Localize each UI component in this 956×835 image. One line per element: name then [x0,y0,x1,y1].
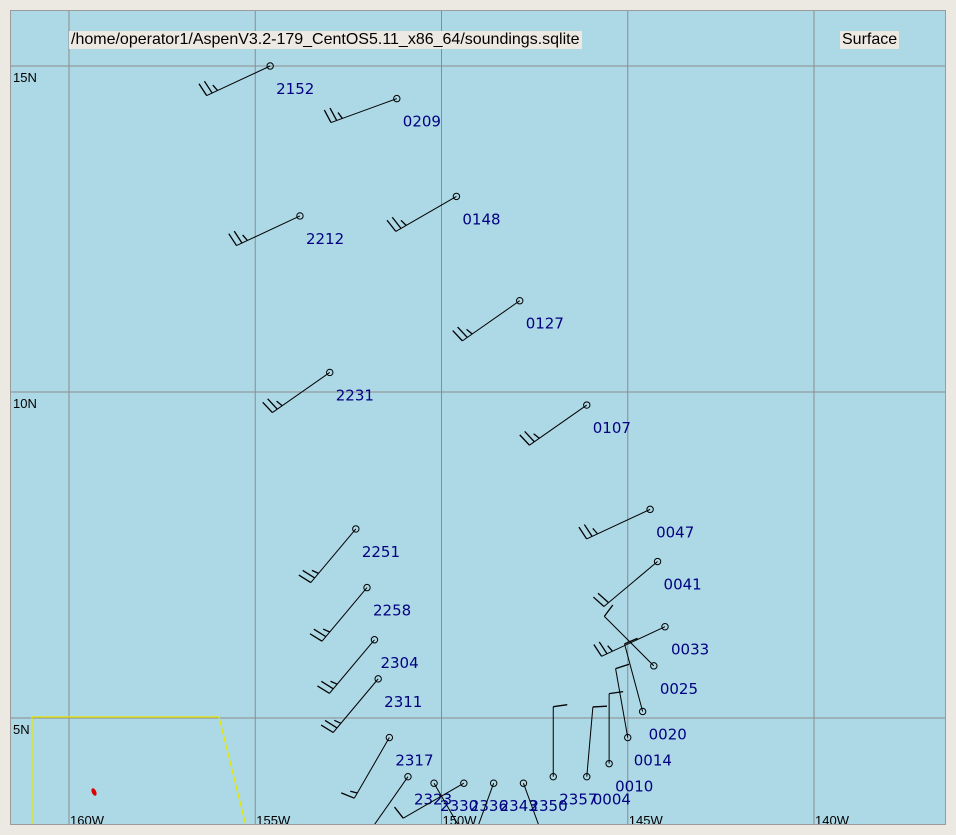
station-label: 2304 [380,654,418,672]
station-label: 2231 [336,386,374,404]
station-label: 0041 [664,576,702,594]
longitude-label: 140W [815,813,850,825]
latitude-label: 5N [13,722,30,737]
station-label: 2251 [362,543,400,561]
latitude-label: 10N [13,396,37,411]
station-label: 0127 [526,315,564,333]
station-label: 0020 [649,725,687,743]
level-label: Surface [840,31,900,49]
station-label: 2311 [384,693,422,711]
longitude-label: 160W [70,813,105,825]
station-label: 0148 [462,210,500,228]
map-frame: 160W 155W 150W 145W 140W 15N 10N 5N 2152 0209 014… [10,10,946,825]
station-label: 0047 [656,523,694,541]
latitude-label: 15N [13,70,37,85]
longitude-label: 155W [256,813,291,825]
station-label: 0014 [634,752,672,770]
wind-barb-feather [592,705,608,708]
sounding-map[interactable]: 160W 155W 150W 145W 140W15N10N5N 21520209014… [11,11,946,825]
station-label: 2317 [395,752,433,770]
station-label: 2212 [306,230,344,248]
station-label: 0025 [660,680,698,698]
station-label: 0004 [593,791,631,809]
ocean-background [11,11,945,824]
station-label: 0209 [403,113,441,131]
station-label: 0107 [593,419,631,437]
station-label: 0033 [671,641,709,659]
file-path-label: /home/operator1/AspenV3.2-179_CentOS5.11… [69,31,582,49]
station-label: 2357 [559,791,597,809]
station-label: 2152 [276,80,314,98]
longitude-label: 145W [629,813,664,825]
station-label: 2258 [373,602,411,620]
